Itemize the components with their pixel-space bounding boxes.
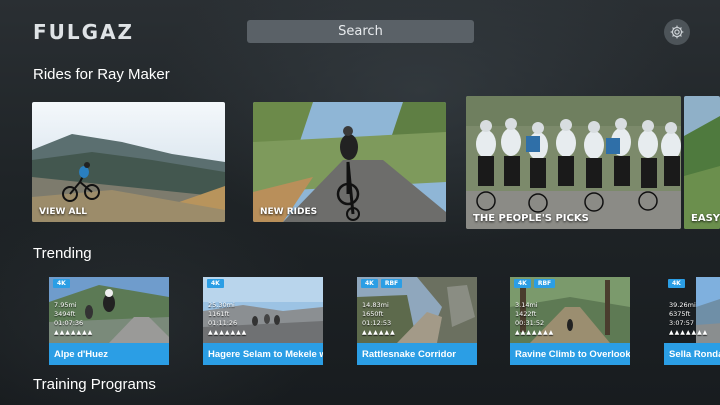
easy-image (684, 96, 720, 229)
trending-card-ravine-climb[interactable]: 4K RBF 3.14mi 1422ft 00:31:52 ▲▲▲▲▲▲▲ Ra… (510, 277, 630, 365)
category-tile-new-rides[interactable]: NEW RIDES (253, 102, 446, 222)
badge-4k: 4K (361, 279, 378, 288)
ride-stats: 25.30mi 1161ft 01:11:26 ▲▲▲▲▲▲▲ (208, 301, 247, 337)
category-tile-easy[interactable]: EASY (684, 96, 720, 229)
category-tile-view-all[interactable]: VIEW ALL (32, 102, 225, 222)
ride-stats: 7.95mi 3494ft 01:07:36 ▲▲▲▲▲▲▲ (54, 301, 93, 337)
category-tile-peoples-picks[interactable]: THE PEOPLE'S PICKS (466, 96, 681, 229)
ride-elevation: 1650ft (362, 310, 384, 318)
badge-4k: 4K (53, 279, 70, 288)
category-label: VIEW ALL (39, 207, 87, 217)
gear-icon (670, 25, 684, 39)
badge-4k: 4K (207, 279, 224, 288)
badge-4k: 4K (668, 279, 685, 288)
ride-title: Rattlesnake Corridor (362, 348, 456, 360)
ride-difficulty: ▲▲▲▲▲▲▲ (208, 329, 248, 336)
ride-duration: 01:07:36 (54, 319, 84, 327)
ride-elevation: 6375ft (669, 310, 691, 318)
trending-section-title: Trending (33, 245, 92, 262)
ride-duration: 3:07:57 (669, 319, 695, 327)
new-rides-image (253, 102, 446, 222)
ride-difficulty: ▲▲▲▲▲▲▲ (54, 329, 94, 336)
ride-elevation: 3494ft (54, 310, 76, 318)
category-label: THE PEOPLE'S PICKS (473, 213, 589, 224)
fulgaz-logo: FULGAZ (33, 20, 135, 44)
category-label: EASY (691, 213, 720, 224)
ride-distance: 25.30mi (208, 301, 235, 309)
search-label: Search (338, 24, 383, 39)
ride-stats: 39.26mi 6375ft 3:07:57 ▲▲▲▲▲▲▲ (669, 301, 708, 337)
trending-card-alpe-dhuez[interactable]: 4K 7.95mi 3494ft 01:07:36 ▲▲▲▲▲▲▲ Alpe d… (49, 277, 169, 365)
ride-title: Alpe d'Huez (54, 348, 108, 360)
search-bar[interactable]: Search (247, 20, 474, 43)
ride-distance: 39.26mi (669, 301, 696, 309)
ride-duration: 01:12:53 (362, 319, 392, 327)
settings-button[interactable] (664, 19, 690, 45)
ride-elevation: 1422ft (515, 310, 537, 318)
badge-rbf: RBF (533, 279, 556, 288)
ride-distance: 3.14mi (515, 301, 538, 309)
trending-card-sella-ronda[interactable]: 4K 39.26mi 6375ft 3:07:57 ▲▲▲▲▲▲▲ Sella … (664, 277, 720, 365)
trending-card-hagere-selam[interactable]: 4K 25.30mi 1161ft 01:11:26 ▲▲▲▲▲▲▲ Hager… (203, 277, 323, 365)
peoples-picks-image (466, 96, 681, 229)
view-all-image (32, 102, 225, 222)
ride-duration: 00:31:52 (515, 319, 545, 327)
ride-difficulty: ▲▲▲▲▲▲ (362, 329, 396, 336)
ride-difficulty: ▲▲▲▲▲▲▲ (669, 329, 709, 336)
ride-distance: 7.95mi (54, 301, 77, 309)
training-section-title: Training Programs (33, 376, 156, 393)
category-label: NEW RIDES (260, 207, 318, 217)
ride-elevation: 1161ft (208, 310, 230, 318)
ride-distance: 14.83mi (362, 301, 389, 309)
badge-4k: 4K (514, 279, 531, 288)
rides-section-title: Rides for Ray Maker (33, 66, 170, 83)
ride-title: Sella Ronda ( (669, 348, 720, 360)
ride-stats: 3.14mi 1422ft 00:31:52 ▲▲▲▲▲▲▲ (515, 301, 554, 337)
ride-stats: 14.83mi 1650ft 01:12:53 ▲▲▲▲▲▲ (362, 301, 396, 337)
badge-rbf: RBF (380, 279, 403, 288)
ride-difficulty: ▲▲▲▲▲▲▲ (515, 329, 555, 336)
ride-title: Ravine Climb to Overlook (515, 348, 630, 360)
trending-card-rattlesnake-corridor[interactable]: 4K RBF 14.83mi 1650ft 01:12:53 ▲▲▲▲▲▲ Ra… (357, 277, 477, 365)
ride-title: Hagere Selam to Mekele wi (208, 348, 323, 360)
ride-duration: 01:11:26 (208, 319, 238, 327)
